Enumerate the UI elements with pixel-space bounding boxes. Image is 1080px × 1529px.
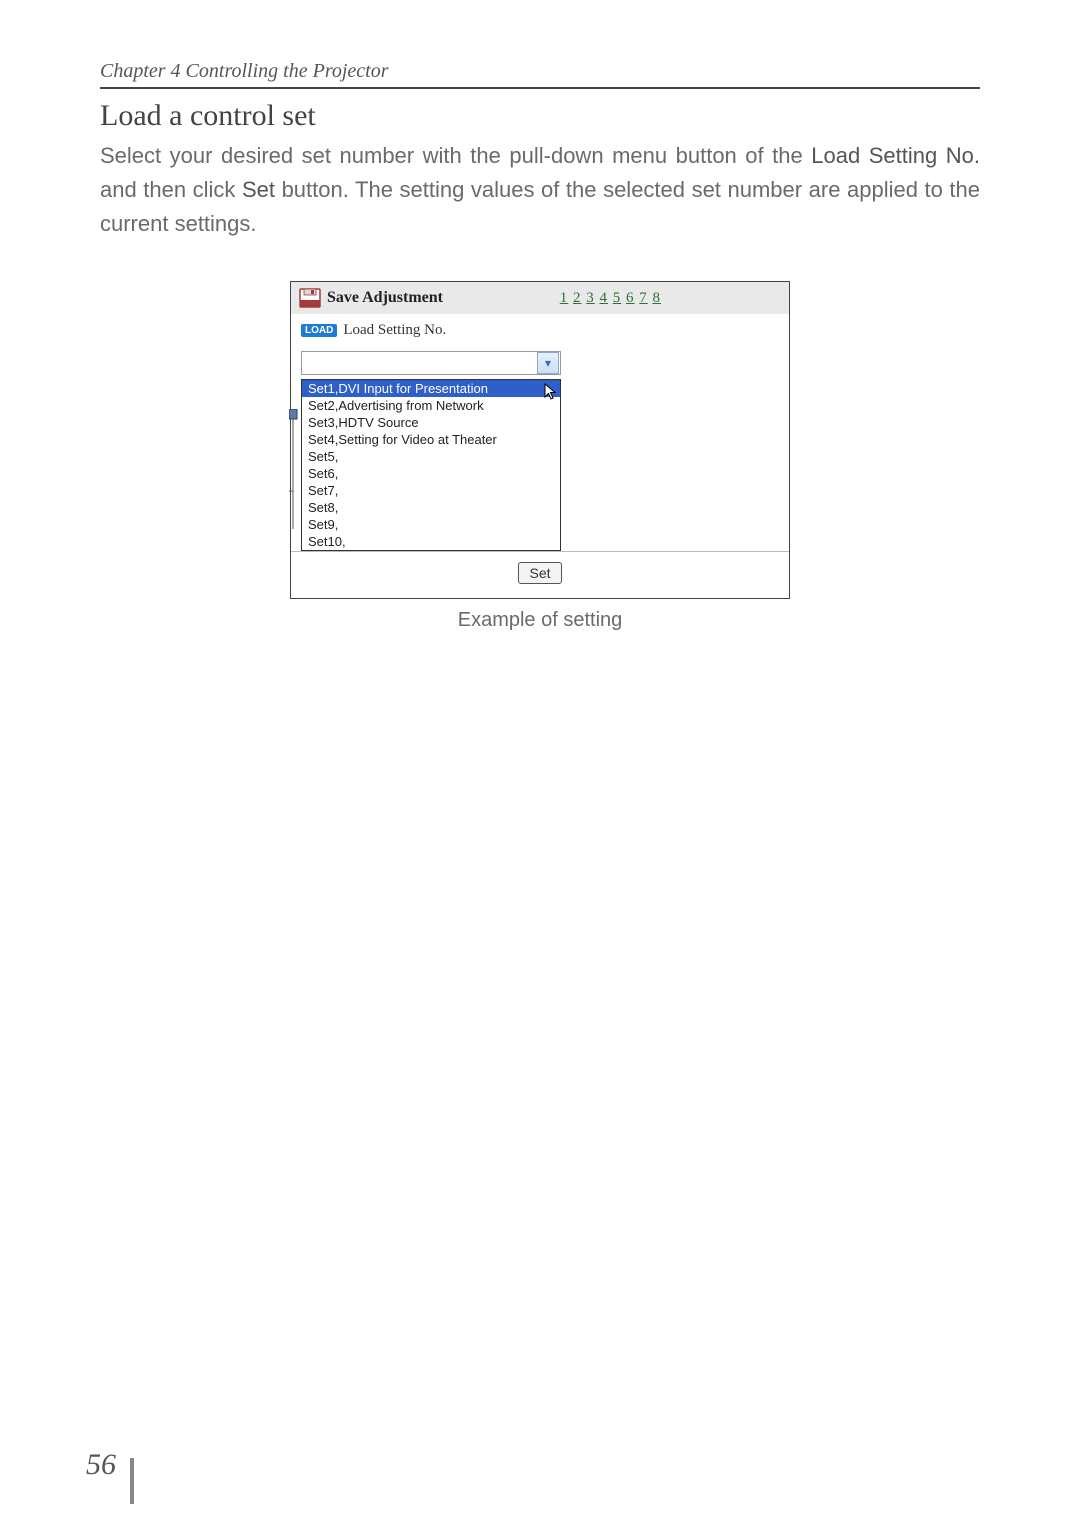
- dropdown-item-7[interactable]: Set7,: [302, 482, 560, 499]
- dropdown-item-2[interactable]: Set2,Advertising from Network: [302, 397, 560, 414]
- set-row: Set: [291, 551, 789, 598]
- section-title: Load a control set: [100, 99, 980, 133]
- figure-header: Save Adjustment 1 2 3 4 5 6 7 8: [291, 282, 789, 314]
- keyword-load-setting-no: Load Setting No.: [811, 143, 980, 168]
- page-number: 56: [86, 1448, 116, 1482]
- figure-caption: Example of setting: [458, 609, 623, 632]
- figure-subheader: LOAD Load Setting No.: [291, 314, 789, 343]
- figure-save-adjustment: Save Adjustment 1 2 3 4 5 6 7 8 LOAD Loa…: [290, 281, 790, 599]
- dropdown-item-8[interactable]: Set8,: [302, 499, 560, 516]
- page-link-1[interactable]: 1: [560, 290, 569, 306]
- set-button[interactable]: Set: [518, 562, 561, 584]
- section-body: Select your desired set number with the …: [100, 139, 980, 241]
- side-marker-icon: [289, 409, 299, 609]
- dropdown-item-9[interactable]: Set9,: [302, 516, 560, 533]
- body-mid: and then click: [100, 177, 242, 202]
- dropdown-arrow-icon[interactable]: ▾: [537, 352, 559, 374]
- dropdown-item-5[interactable]: Set5,: [302, 448, 560, 465]
- dropdown-row: ▾: [291, 343, 789, 375]
- save-disk-icon: [299, 288, 321, 308]
- dropdown-item-10[interactable]: Set10,: [302, 533, 560, 550]
- page-link-2[interactable]: 2: [573, 290, 582, 306]
- page-link-7[interactable]: 7: [639, 290, 648, 306]
- page-link-8[interactable]: 8: [653, 290, 662, 306]
- dropdown-item-4[interactable]: Set4,Setting for Video at Theater: [302, 431, 560, 448]
- page-link-3[interactable]: 3: [586, 290, 595, 306]
- dropdown-item-6[interactable]: Set6,: [302, 465, 560, 482]
- page-link-6[interactable]: 6: [626, 290, 635, 306]
- load-setting-dropdown[interactable]: [301, 351, 561, 375]
- page-links: 1 2 3 4 5 6 7 8: [560, 290, 781, 307]
- dropdown-list[interactable]: Set1,DVI Input for Presentation Set2,Adv…: [301, 379, 561, 551]
- chapter-header: Chapter 4 Controlling the Projector: [100, 60, 980, 89]
- keyword-set: Set: [242, 177, 275, 202]
- body-pre: Select your desired set number with the …: [100, 143, 811, 168]
- figure-header-title: Save Adjustment: [327, 289, 443, 307]
- footer-rule: [130, 1458, 134, 1504]
- dropdown-item-1[interactable]: Set1,DVI Input for Presentation: [302, 380, 560, 397]
- load-badge-icon: LOAD: [301, 324, 337, 337]
- page-link-4[interactable]: 4: [600, 290, 609, 306]
- page-link-5[interactable]: 5: [613, 290, 622, 306]
- dropdown-item-3[interactable]: Set3,HDTV Source: [302, 414, 560, 431]
- load-setting-no-label: Load Setting No.: [343, 322, 446, 339]
